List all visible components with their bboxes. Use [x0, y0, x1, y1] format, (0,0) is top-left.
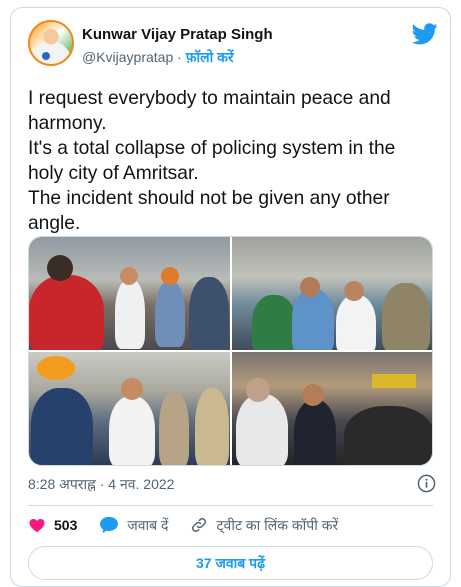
- copy-link-button[interactable]: ट्वीट का लिंक कॉपी करें: [190, 516, 338, 535]
- divider: [28, 505, 433, 506]
- avatar-badge: [42, 52, 50, 60]
- tweet-card: Kunwar Vijay Pratap Singh @Kvijaypratap …: [10, 7, 451, 587]
- press-interaction-photo[interactable]: [29, 352, 230, 465]
- author-handle-row: @Kvijaypratap · फ़ॉलो करें: [82, 48, 234, 67]
- author-handle[interactable]: @Kvijaypratap: [82, 49, 173, 65]
- street-crowd-photo[interactable]: [29, 237, 230, 350]
- info-icon[interactable]: [417, 474, 436, 493]
- handle-separator: ·: [173, 49, 186, 65]
- tweet-line: I request everybody to maintain peace an…: [28, 88, 391, 134]
- media-grid: [28, 236, 433, 466]
- heart-icon: [29, 519, 45, 533]
- tweet-text: I request everybody to maintain peace an…: [28, 86, 433, 236]
- tweet-timestamp[interactable]: 8:28 अपराह्न · 4 नव. 2022: [28, 475, 174, 494]
- copy-link-label: ट्वीट का लिंक कॉपी करें: [216, 516, 339, 533]
- action-bar: 503 जवाब दें ट्वीट का लिंक कॉपी करें: [28, 514, 360, 536]
- media-scrum-photo[interactable]: [231, 352, 432, 465]
- tweet-line: It's a total collapse of policing system…: [28, 138, 396, 184]
- reply-label: जवाब दें: [127, 516, 169, 533]
- link-icon: [192, 517, 207, 533]
- officials-meeting-photo[interactable]: [231, 237, 432, 350]
- follow-button[interactable]: फ़ॉलो करें: [186, 49, 234, 65]
- like-count: 503: [54, 517, 78, 533]
- speech-bubble-icon: [100, 516, 119, 534]
- author-name[interactable]: Kunwar Vijay Pratap Singh: [82, 26, 273, 43]
- tweet-line: The incident should not be given any oth…: [28, 188, 390, 234]
- twitter-bird-icon[interactable]: [412, 23, 438, 45]
- like-button[interactable]: 503: [28, 516, 77, 534]
- author-avatar[interactable]: [28, 20, 74, 66]
- reply-button[interactable]: जवाब दें: [99, 516, 168, 535]
